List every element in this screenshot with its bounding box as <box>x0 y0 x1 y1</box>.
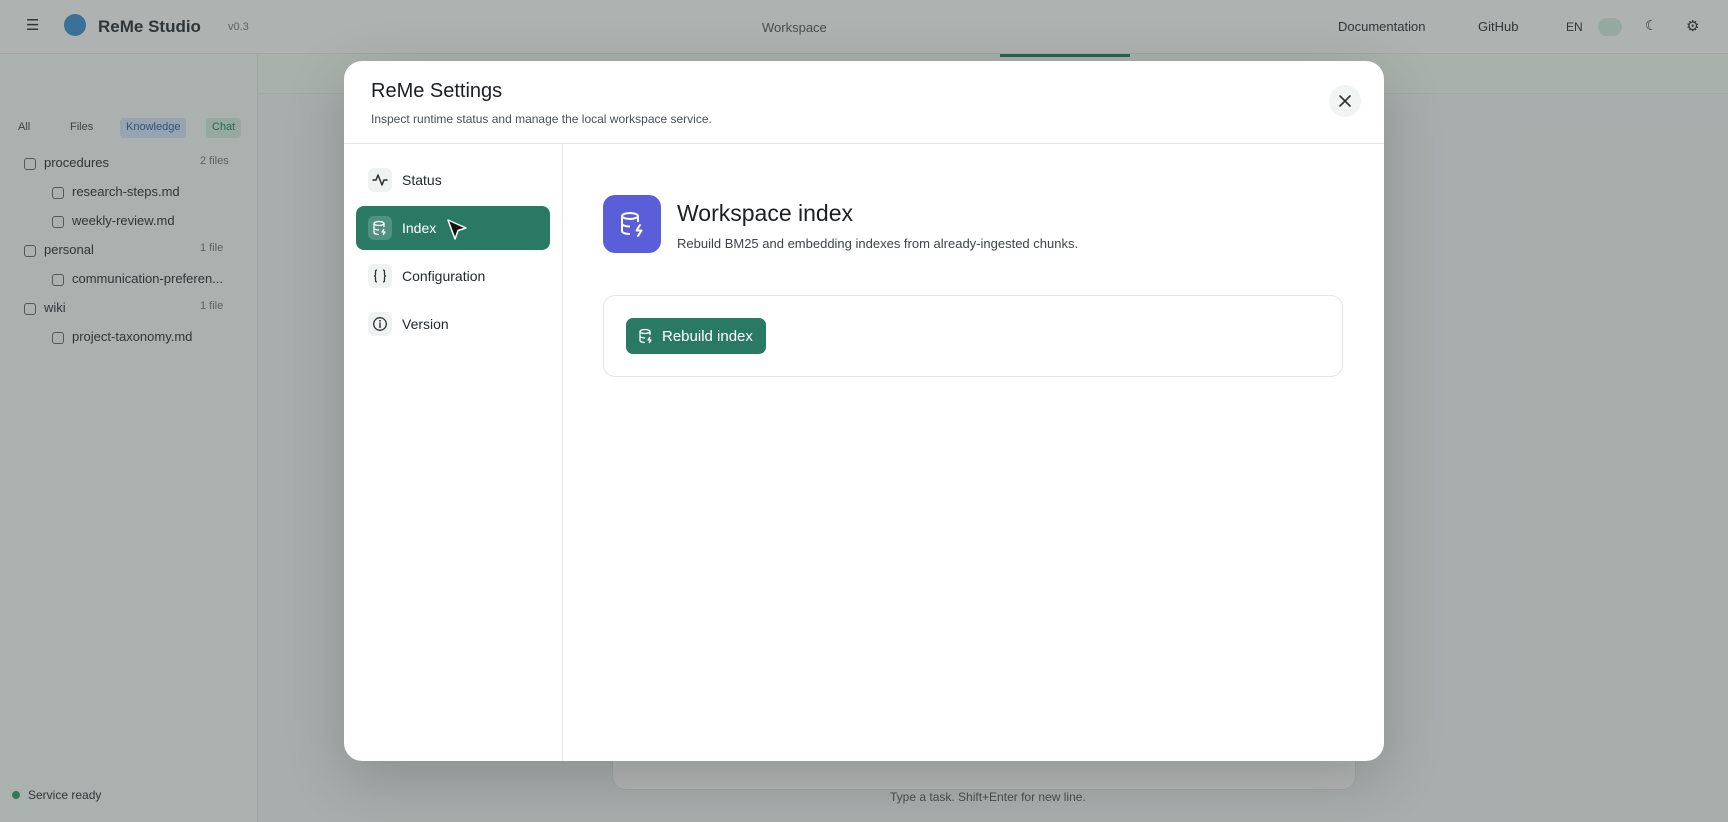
modal-subtitle: Inspect runtime status and manage the lo… <box>371 112 712 126</box>
index-panel: Workspace index Rebuild BM25 and embeddi… <box>563 144 1384 761</box>
modal-title: ReMe Settings <box>371 80 503 102</box>
modal-header: ReMe Settings Inspect runtime status and… <box>344 61 1384 144</box>
settings-modal: ReMe Settings Inspect runtime status and… <box>344 61 1384 761</box>
close-icon <box>1339 95 1351 107</box>
rebuild-index-button[interactable]: Rebuild index <box>626 318 766 354</box>
section-title: Workspace index <box>677 200 853 226</box>
nav-item-configuration[interactable]: Configuration <box>356 254 550 298</box>
mouse-cursor-icon <box>447 219 467 240</box>
info-icon <box>368 312 392 336</box>
rebuild-index-label: Rebuild index <box>662 327 753 345</box>
database-icon <box>603 195 661 253</box>
nav-item-status[interactable]: Status <box>356 158 550 202</box>
database-icon <box>368 216 392 240</box>
nav-item-label: Status <box>402 172 442 188</box>
nav-item-label: Index <box>402 220 437 236</box>
nav-item-label: Version <box>402 316 449 332</box>
nav-item-label: Configuration <box>402 268 486 284</box>
close-button[interactable] <box>1329 85 1361 117</box>
activity-icon <box>368 168 392 192</box>
database-icon <box>639 328 652 344</box>
nav-item-version[interactable]: Version <box>356 302 550 346</box>
braces-icon <box>368 264 392 288</box>
section-description: Rebuild BM25 and embedding indexes from … <box>677 236 1079 251</box>
rebuild-card: Rebuild index <box>603 295 1343 377</box>
